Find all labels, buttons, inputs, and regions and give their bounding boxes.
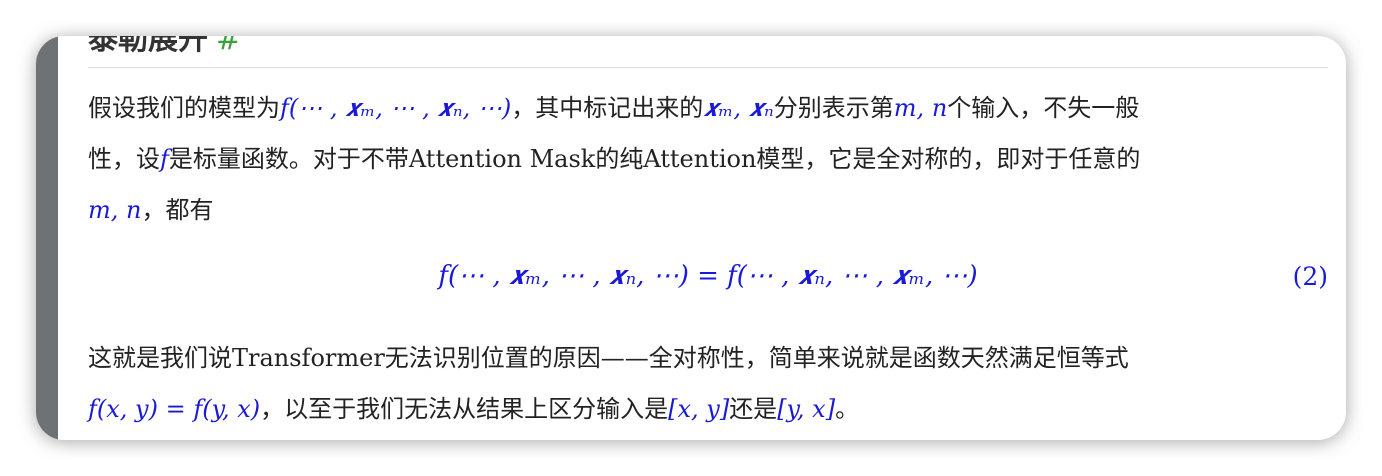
section-heading: 泰勒展开 # — [88, 36, 241, 58]
text: 这就是我们说Transformer无法识别位置的原因——全对称性，简单来说就是函… — [88, 344, 1129, 372]
math-inline: m, n — [893, 94, 948, 122]
left-accent-bar — [36, 36, 58, 440]
article-card: 泰勒展开 # 假设我们的模型为f(⋯ , 𝒙ₘ, ⋯ , 𝒙ₙ, ⋯)，其中标记出… — [36, 36, 1346, 440]
math-inline: f(⋯ , 𝒙ₘ, ⋯ , 𝒙ₙ, ⋯) — [280, 94, 512, 122]
text: ，其中标记出来的 — [511, 94, 704, 122]
equation-number: (2) — [1292, 262, 1328, 291]
math-inline: f(x, y) = f(y, x) — [88, 395, 261, 423]
math-inline: 𝒙ₘ, 𝒙ₙ — [703, 94, 774, 122]
text: 分别表示第 — [773, 94, 894, 122]
math-inline: m, n — [88, 196, 142, 224]
text: 是标量函数。对于不带Attention Mask的纯Attention模型，它是… — [168, 145, 1141, 173]
text: 。 — [835, 395, 860, 423]
text: 性，设 — [88, 145, 160, 173]
equation-body: f(⋯ , 𝒙ₘ, ⋯ , 𝒙ₙ, ⋯) = f(⋯ , 𝒙ₙ, ⋯ , 𝒙ₘ,… — [438, 261, 978, 291]
math-inline: f — [160, 145, 169, 173]
paragraph1-line2: 性，设f是标量函数。对于不带Attention Mask的纯Attention模… — [88, 139, 1140, 174]
math-inline: [y, x] — [777, 395, 836, 423]
paragraph2-line1: 这就是我们说Transformer无法识别位置的原因——全对称性，简单来说就是函… — [88, 338, 1129, 373]
text: 假设我们的模型为 — [88, 94, 280, 122]
display-equation: f(⋯ , 𝒙ₘ, ⋯ , 𝒙ₙ, ⋯) = f(⋯ , 𝒙ₙ, ⋯ , 𝒙ₘ,… — [88, 261, 1328, 292]
text: ，都有 — [141, 196, 214, 224]
text: 还是 — [729, 395, 778, 423]
paragraph1-line1: 假设我们的模型为f(⋯ , 𝒙ₘ, ⋯ , 𝒙ₙ, ⋯)，其中标记出来的𝒙ₘ, … — [88, 88, 1139, 123]
text: ，以至于我们无法从结果上区分输入是 — [260, 395, 669, 423]
math-inline: [x, y] — [668, 395, 730, 423]
paragraph1-line3: m, n，都有 — [88, 190, 213, 225]
heading-anchor-link[interactable]: # — [216, 36, 241, 57]
text: 个输入，不失一般 — [947, 94, 1140, 122]
article-content: 泰勒展开 # 假设我们的模型为f(⋯ , 𝒙ₘ, ⋯ , 𝒙ₙ, ⋯)，其中标记出… — [88, 36, 1328, 440]
paragraph2-line2: f(x, y) = f(y, x)，以至于我们无法从结果上区分输入是[x, y]… — [88, 389, 859, 424]
heading-divider — [88, 67, 1328, 68]
section-title: 泰勒展开 — [88, 36, 208, 57]
